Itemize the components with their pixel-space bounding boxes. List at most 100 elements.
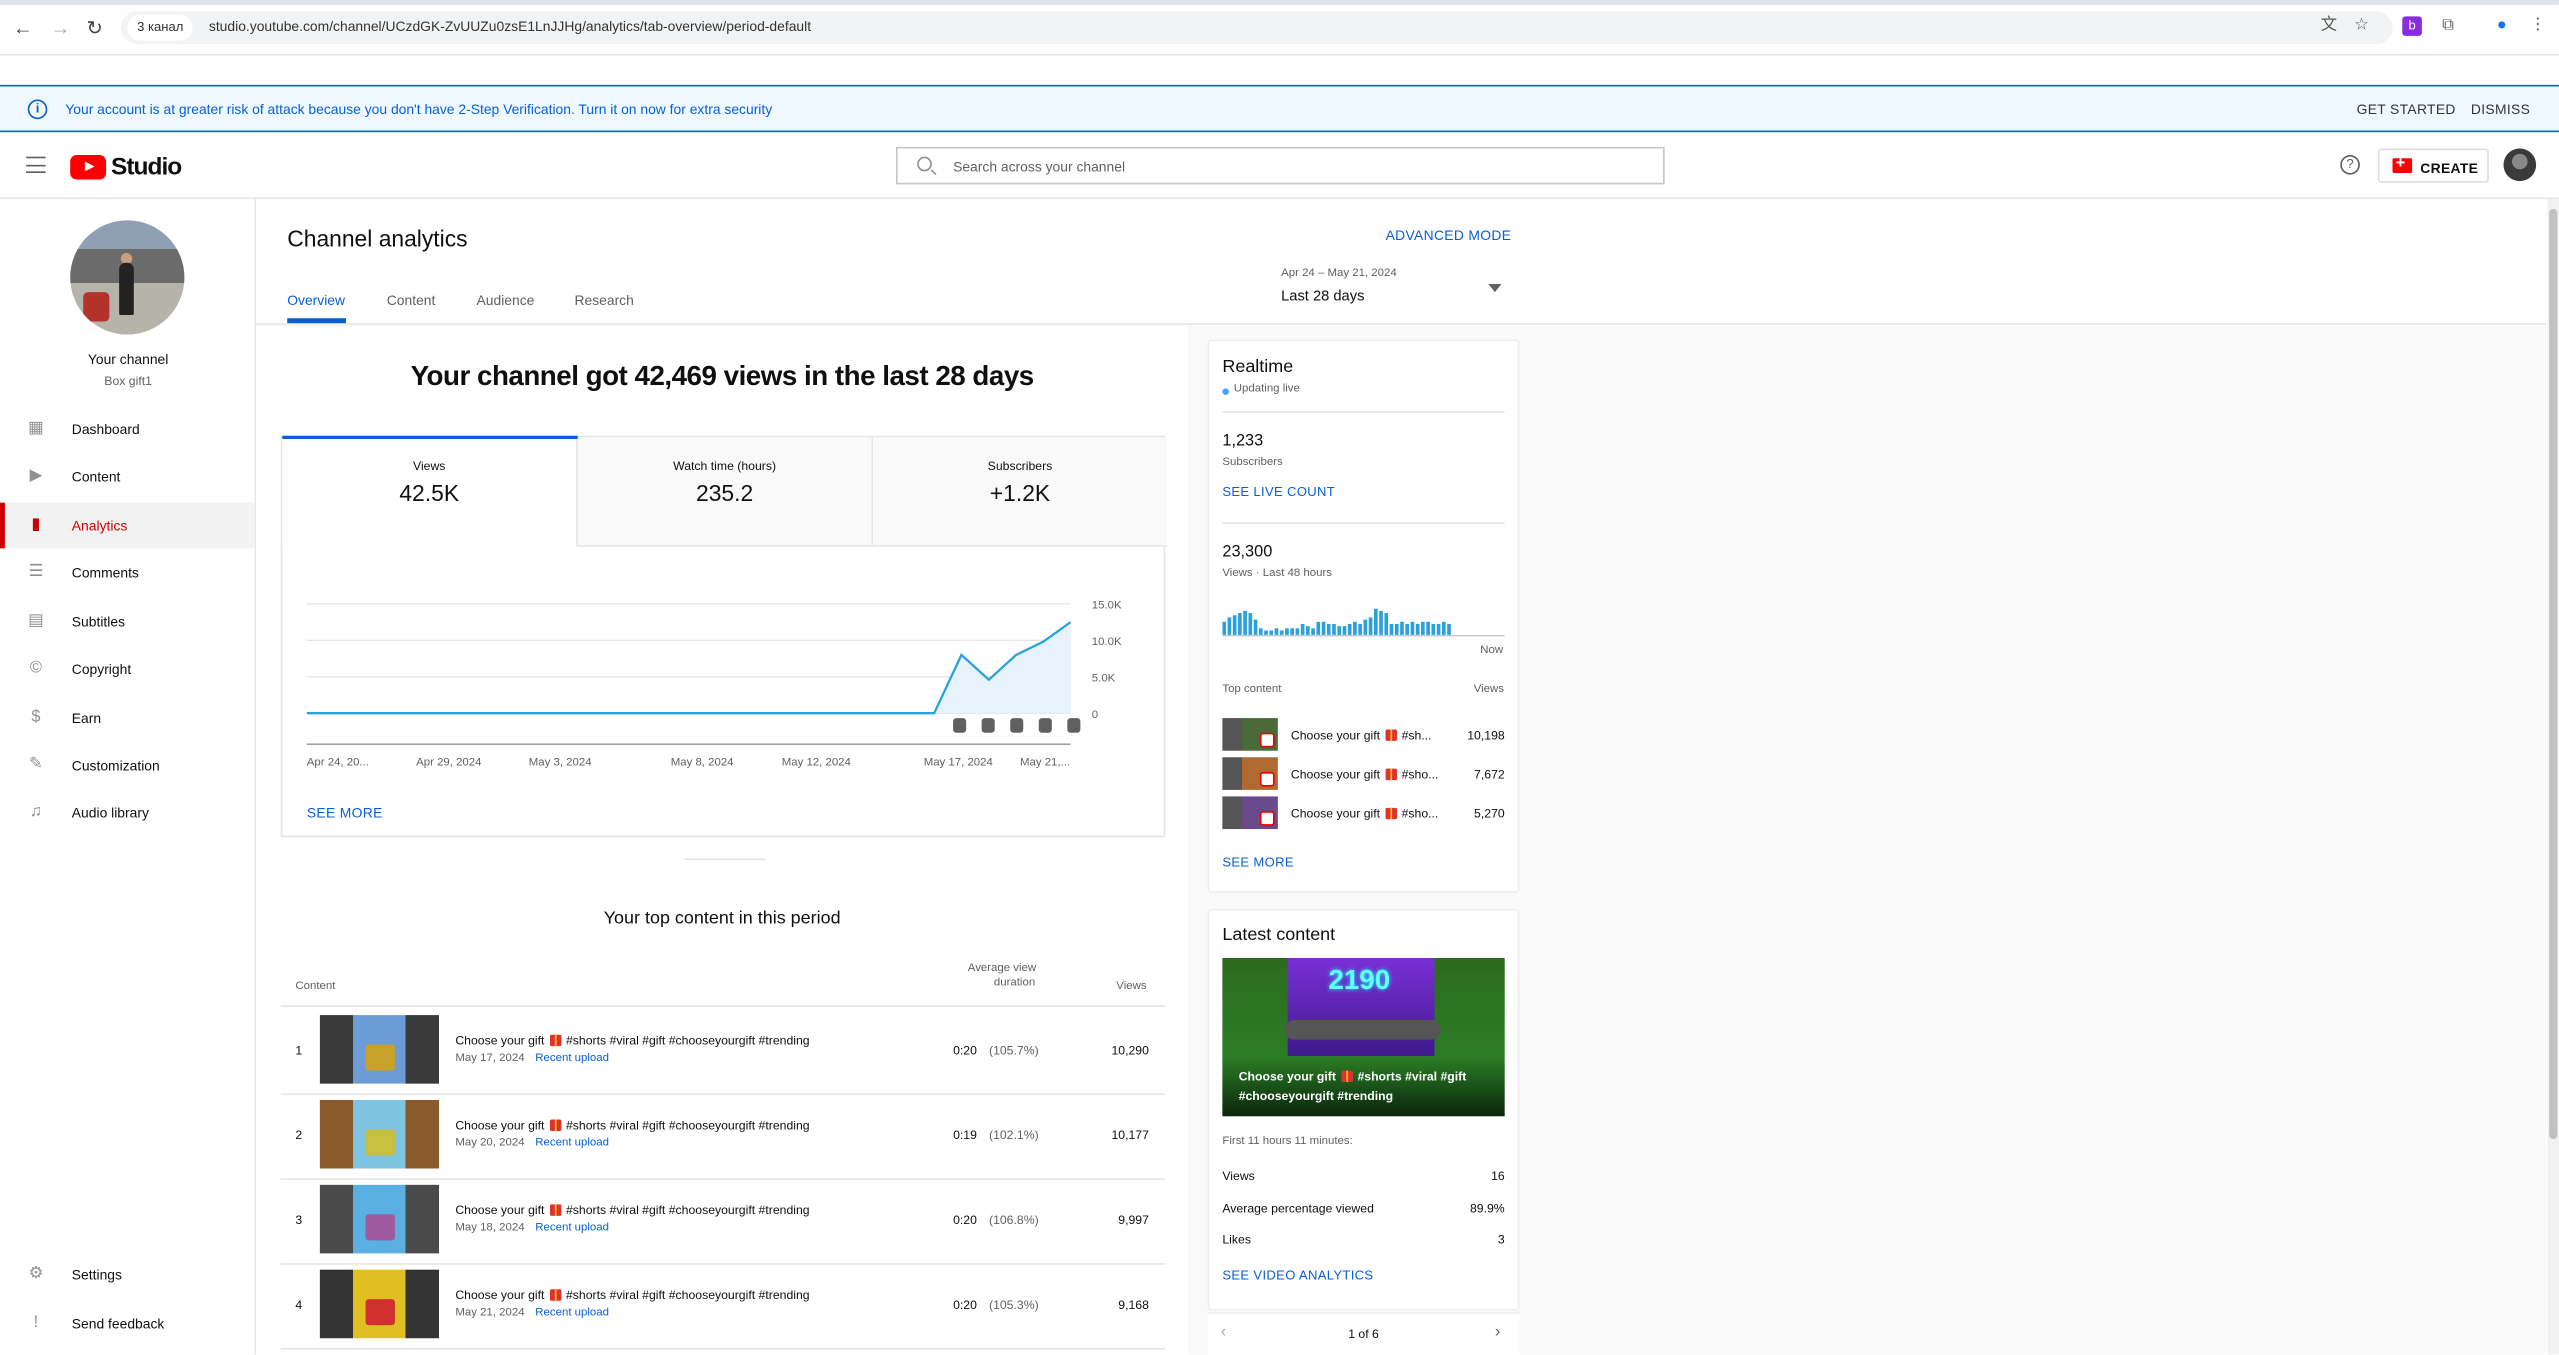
search-input[interactable]: Search across your channel [953,158,1125,174]
table-row[interactable]: 1 Choose your gift #shorts #viral #gift #… [281,1009,1166,1094]
security-banner: i Your account is at greater risk of att… [0,84,2559,133]
row-rank: 3 [295,1212,303,1228]
metric-subscribers-tab[interactable]: Subscribers +1.2K [873,437,1167,547]
sidebar-item-send-feedback[interactable]: ! Send feedback [0,1301,255,1347]
views-headline: Your channel got 42,469 views in the las… [410,360,1035,392]
channel-avatar[interactable] [70,220,185,335]
metric-title: Subscribers [987,458,1053,474]
sidebar-item-comments[interactable]: ☰ Comments [0,550,255,596]
video-thumbnail[interactable] [1222,757,1278,790]
latest-video-thumbnail[interactable]: 2190 Choose your gift #shorts #viral #gi… [1222,957,1505,1117]
realtime-top-item[interactable]: Choose your gift #sho... 5,270 [1222,796,1505,830]
search-box[interactable]: Search across your channel [895,146,1665,185]
realtime-bar [1253,619,1258,635]
tab-content[interactable]: Content [387,292,436,308]
account-avatar[interactable] [2503,148,2537,182]
sidebar-item-earn[interactable]: $ Earn [0,695,255,741]
gift-emoji-icon [1385,807,1397,820]
metric-title: Watch time (hours) [673,458,777,474]
table-row[interactable]: 3 Choose your gift #shorts #viral #gift #… [281,1178,1166,1263]
get-started-button[interactable]: GET STARTED [2357,101,2456,117]
menu-dots-icon[interactable]: ⋮ [2528,16,2548,36]
advanced-mode-button[interactable]: ADVANCED MODE [1386,227,1512,243]
sidebar-item-dashboard[interactable]: ▦ Dashboard [0,406,255,452]
chevron-right-icon[interactable]: › [1495,1324,1500,1342]
sidebar-item-content[interactable]: ▶ Content [0,454,255,500]
comments-icon: ☰ [28,563,44,581]
latest-pager: ‹ 1 of 6 › [1207,1312,1520,1355]
reload-icon[interactable]: ↻ [86,16,102,39]
metric-views-tab[interactable]: Views 42.5K [282,435,578,547]
tab-overview[interactable]: Overview [287,292,345,308]
url-text[interactable]: studio.youtube.com/channel/UCzdGK-ZvUUZu… [209,18,811,34]
create-button[interactable]: CREATE [2377,148,2489,183]
video-title[interactable]: Choose your gift #shorts #viral #gift #c… [455,1033,809,1048]
table-row[interactable]: 4 Choose your gift #shorts #viral #gift #… [281,1263,1166,1348]
column-header-avd-2[interactable]: duration [994,978,1035,989]
stat-views: Views 16 [1222,1169,1504,1184]
date-range-text[interactable]: Apr 24 – May 21, 2024 [1281,268,1397,279]
views-line-chart[interactable]: 15.0K 10.0K 5.0K 0 Apr 24, 20... Apr 29, 2024… [282,584,1167,796]
video-title[interactable]: Choose your gift #shorts #viral #gift #c… [455,1118,809,1133]
video-thumbnail[interactable] [1222,796,1278,830]
menu-icon[interactable] [26,156,46,173]
page-scrollbar[interactable] [2547,199,2559,1355]
video-title[interactable]: Choose your gift #shorts #viral #gift #c… [455,1203,809,1218]
realtime-bar [1300,623,1305,635]
audio-library-icon: ♫ [29,802,43,821]
realtime-bar-chart[interactable] [1222,596,1505,637]
see-video-analytics-button[interactable]: SEE VIDEO ANALYTICS [1222,1268,1373,1283]
thumb-decoration [1259,811,1275,826]
video-thumbnail[interactable] [319,1099,440,1169]
realtime-bar [1222,621,1227,635]
see-live-count-button[interactable]: SEE LIVE COUNT [1222,485,1335,500]
puzzle-icon[interactable]: ⧉ [2438,16,2458,36]
tab-research[interactable]: Research [574,292,633,308]
sidebar-item-analytics[interactable]: ▮ Analytics [0,502,255,549]
star-icon[interactable]: ☆ [2352,16,2372,36]
metric-value: 42.5K [399,479,460,506]
extension-icon[interactable]: b [2402,16,2422,36]
forward-icon[interactable]: → [51,16,71,39]
video-thumbnail[interactable] [319,1015,440,1084]
scrollbar-thumb[interactable] [2549,208,2558,1140]
sidebar-item-subtitles[interactable]: ▤ Subtitles [0,599,255,645]
see-more-button[interactable]: SEE MORE [307,805,383,821]
y-tick-label: 10.0K [1092,636,1122,648]
realtime-top-item[interactable]: Choose your gift #sh... 10,198 [1222,718,1505,751]
video-title[interactable]: Choose your gift #shorts #viral #gift #c… [455,1288,809,1303]
address-bar[interactable]: 3 канал studio.youtube.com/channel/UCzdG… [120,11,2393,45]
tab-audience[interactable]: Audience [477,292,535,308]
sidebar-item-customization[interactable]: ✎ Customization [0,743,255,789]
video-thumbnail[interactable] [1222,718,1278,751]
dismiss-button[interactable]: DISMISS [2471,101,2530,117]
chevron-down-icon[interactable] [1488,283,1502,293]
thumb-decoration [1259,732,1275,748]
dashboard-icon: ▦ [28,419,44,438]
realtime-top-item[interactable]: Choose your gift #sho... 7,672 [1222,757,1505,790]
metric-watch-time-tab[interactable]: Watch time (hours) 235.2 [577,437,874,547]
profile-chip[interactable]: 3 канал [127,14,194,41]
video-title-text: Choose your gift [1290,767,1381,782]
column-header-views[interactable]: Views [1116,981,1146,992]
video-thumbnail[interactable] [319,1269,440,1339]
sidebar-item-settings[interactable]: ⚙ Settings [0,1252,255,1298]
realtime-see-more-button[interactable]: SEE MORE [1222,855,1294,870]
video-thumbnail[interactable] [319,1184,440,1254]
sidebar-item-copyright[interactable]: © Copyright [0,646,255,692]
sidebar-item-label: Analytics [71,517,128,534]
realtime-bar [1238,613,1242,635]
shorts-marker-icon [1067,718,1081,733]
date-period-label[interactable]: Last 28 days [1281,287,1364,303]
browser-toolbar: ← → ↻ 3 канал studio.youtube.com/channel… [0,0,2559,56]
column-header-avd[interactable]: Average view [968,963,1036,974]
profile-icon[interactable]: ● [2492,16,2512,36]
studio-logo[interactable]: Studio [70,153,182,180]
help-icon[interactable]: ? [2340,155,2360,175]
table-row[interactable]: 2 Choose your gift #shorts #viral #gift #… [281,1093,1166,1178]
back-icon[interactable]: ← [13,16,33,39]
divider [683,858,766,861]
video-title: Choose your gift #sho... [1291,806,1438,821]
translate-icon[interactable]: 文 [2319,16,2339,36]
sidebar-item-audio-library[interactable]: ♫ Audio library [0,790,255,836]
